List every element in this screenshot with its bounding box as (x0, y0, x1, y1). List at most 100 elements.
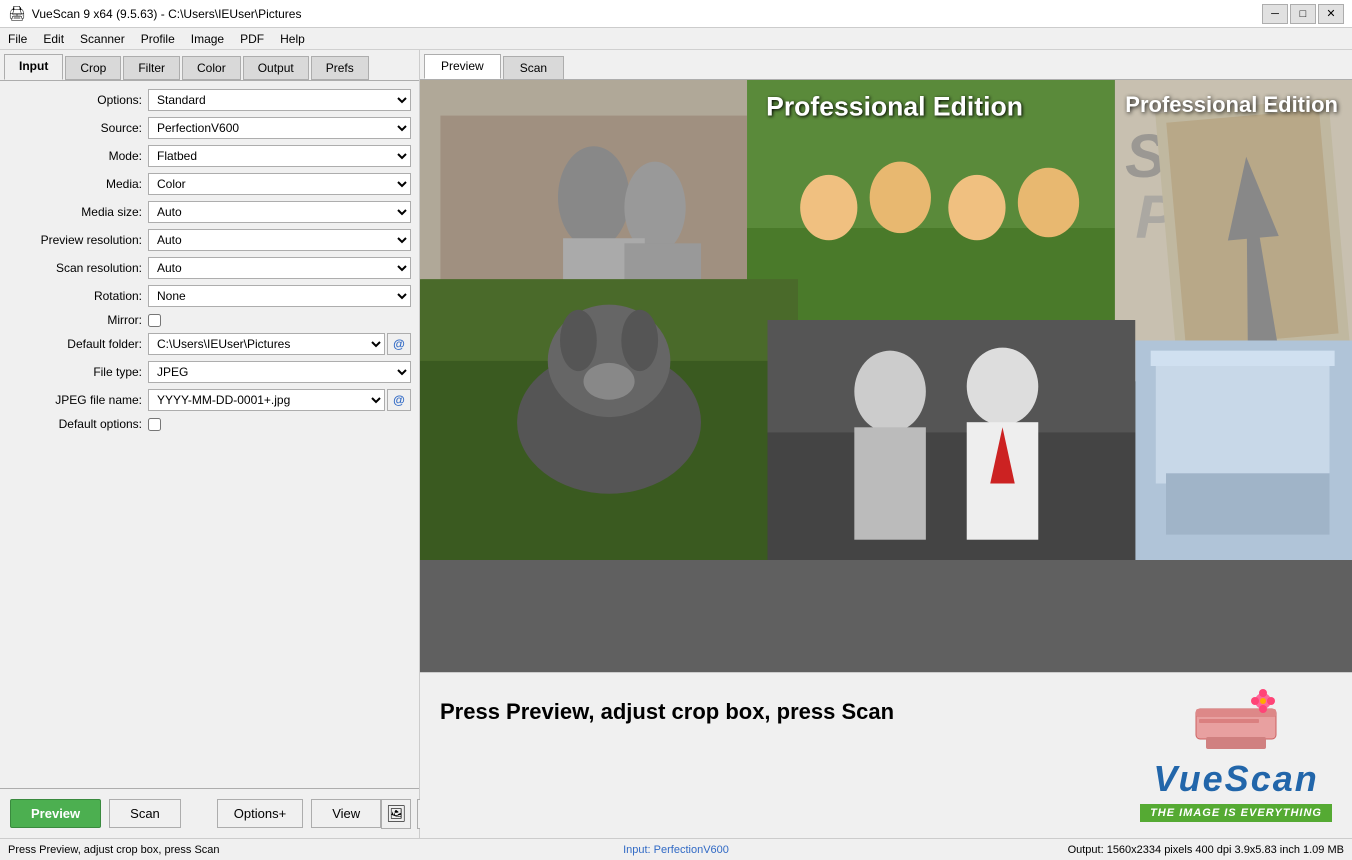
source-label: Source: (8, 121, 148, 135)
preview-image: SNA P! (420, 80, 1352, 672)
menu-edit[interactable]: Edit (35, 28, 72, 49)
pro-edition-text: Professional Edition (1125, 92, 1338, 118)
menu-pdf[interactable]: PDF (232, 28, 272, 49)
scan-resolution-row: Scan resolution: Auto 75 150 300 600 120… (8, 257, 411, 279)
titlebar: 🖨 VueScan 9 x64 (9.5.63) - C:\Users\IEUs… (0, 0, 1352, 28)
default-folder-control: C:\Users\IEUser\Pictures @ (148, 333, 411, 355)
source-row: Source: PerfectionV600 (8, 117, 411, 139)
default-folder-at-button[interactable]: @ (387, 333, 411, 355)
scan-button[interactable]: Scan (109, 799, 181, 828)
file-type-control: JPEG TIFF PDF (148, 361, 411, 383)
titlebar-left: 🖨 VueScan 9 x64 (9.5.63) - C:\Users\IEUs… (8, 5, 301, 22)
default-options-checkbox[interactable] (148, 418, 161, 431)
tab-color[interactable]: Color (182, 56, 241, 80)
view-button[interactable]: View (311, 799, 381, 828)
jpeg-file-name-at-button[interactable]: @ (387, 389, 411, 411)
file-type-row: File type: JPEG TIFF PDF (8, 361, 411, 383)
mirror-label: Mirror: (8, 313, 148, 327)
tab-filter[interactable]: Filter (123, 56, 180, 80)
jpeg-file-name-label: JPEG file name: (8, 393, 148, 407)
preview-tab-scan[interactable]: Scan (503, 56, 564, 79)
default-folder-row: Default folder: C:\Users\IEUser\Pictures… (8, 333, 411, 355)
file-type-select[interactable]: JPEG TIFF PDF (148, 361, 411, 383)
default-options-row: Default options: (8, 417, 411, 431)
menu-profile[interactable]: Profile (133, 28, 183, 49)
preview-resolution-control: Auto 75 150 300 (148, 229, 411, 251)
media-row: Media: Color B&W Slide (8, 173, 411, 195)
menu-file[interactable]: File (0, 28, 35, 49)
preview-tab-preview[interactable]: Preview (424, 54, 501, 79)
menu-scanner[interactable]: Scanner (72, 28, 133, 49)
preview-button[interactable]: Preview (10, 799, 101, 828)
menubar: File Edit Scanner Profile Image PDF Help (0, 28, 1352, 50)
options-plus-button[interactable]: Options+ (217, 799, 303, 828)
mode-select[interactable]: Flatbed Transparency (148, 145, 411, 167)
mirror-control (148, 314, 411, 327)
bottom-buttons: Preview Scan Options+ View (10, 799, 381, 828)
preview-resolution-select[interactable]: Auto 75 150 300 (148, 229, 411, 251)
media-select[interactable]: Color B&W Slide (148, 173, 411, 195)
options-row: Options: Standard Professional (8, 89, 411, 111)
jpeg-file-name-row: JPEG file name: YYYY-MM-DD-0001+.jpg @ (8, 389, 411, 411)
right-panel: Preview Scan (420, 50, 1352, 838)
tab-crop[interactable]: Crop (65, 56, 121, 80)
default-options-label: Default options: (8, 417, 148, 431)
rotation-select[interactable]: None 90 CW 90 CCW 180 (148, 285, 411, 307)
media-size-control: Auto Letter A4 (148, 201, 411, 223)
mode-row: Mode: Flatbed Transparency (8, 145, 411, 167)
mirror-checkbox[interactable] (148, 314, 161, 327)
rotation-row: Rotation: None 90 CW 90 CCW 180 (8, 285, 411, 307)
jpeg-file-name-control: YYYY-MM-DD-0001+.jpg @ (148, 389, 411, 411)
bottom-bar: Preview Scan Options+ View 🖼 📤 🔍 (0, 788, 419, 838)
media-size-row: Media size: Auto Letter A4 (8, 201, 411, 223)
statusbar: Press Preview, adjust crop box, press Sc… (0, 838, 1352, 860)
jpeg-file-name-select[interactable]: YYYY-MM-DD-0001+.jpg (148, 389, 385, 411)
scan-resolution-label: Scan resolution: (8, 261, 148, 275)
status-right: Output: 1560x2334 pixels 400 dpi 3.9x5.8… (899, 844, 1344, 856)
menu-help[interactable]: Help (272, 28, 313, 49)
rotation-control: None 90 CW 90 CCW 180 (148, 285, 411, 307)
preview-area: SNA P! (420, 80, 1352, 838)
maximize-button[interactable]: □ (1290, 4, 1316, 24)
media-size-select[interactable]: Auto Letter A4 (148, 201, 411, 223)
menu-image[interactable]: Image (183, 28, 232, 49)
default-folder-select[interactable]: C:\Users\IEUser\Pictures (148, 333, 385, 355)
tab-output[interactable]: Output (243, 56, 309, 80)
app-icon: 🖨 (8, 5, 26, 22)
tab-prefs[interactable]: Prefs (311, 56, 369, 80)
preview-tabbar: Preview Scan (420, 50, 1352, 80)
titlebar-controls: ─ □ ✕ (1262, 4, 1344, 24)
photo-icon[interactable]: 🖼 (381, 799, 411, 829)
preview-instruction-text: Press Preview, adjust crop box, press Sc… (440, 689, 894, 725)
status-center: Input: PerfectionV600 (453, 844, 898, 856)
tab-input[interactable]: Input (4, 54, 63, 80)
preview-resolution-row: Preview resolution: Auto 75 150 300 (8, 229, 411, 251)
source-select[interactable]: PerfectionV600 (148, 117, 411, 139)
preview-bottom: Press Preview, adjust crop box, press Sc… (420, 672, 1352, 838)
scan-resolution-control: Auto 75 150 300 600 1200 (148, 257, 411, 279)
vuescan-name: VueScan (1153, 758, 1318, 800)
mirror-row: Mirror: (8, 313, 411, 327)
svg-text:Professional Edition: Professional Edition (766, 92, 1023, 122)
main-container: Input Crop Filter Color Output Prefs Opt… (0, 50, 1352, 838)
left-tab-bar: Input Crop Filter Color Output Prefs (0, 50, 419, 81)
minimize-button[interactable]: ─ (1262, 4, 1288, 24)
scan-resolution-select[interactable]: Auto 75 150 300 600 1200 (148, 257, 411, 279)
file-type-label: File type: (8, 365, 148, 379)
vuescan-logo-area: VueScan THE IMAGE IS EVERYTHING (1140, 689, 1332, 822)
form-area: Options: Standard Professional Source: P… (0, 81, 419, 788)
source-control: PerfectionV600 (148, 117, 411, 139)
rotation-label: Rotation: (8, 289, 148, 303)
media-control: Color B&W Slide (148, 173, 411, 195)
options-control: Standard Professional (148, 89, 411, 111)
preview-resolution-label: Preview resolution: (8, 233, 148, 247)
preview-collage-svg: SNA P! (420, 80, 1352, 560)
close-button[interactable]: ✕ (1318, 4, 1344, 24)
options-label: Options: (8, 93, 148, 107)
options-select[interactable]: Standard Professional (148, 89, 411, 111)
vuescan-tagline: THE IMAGE IS EVERYTHING (1140, 804, 1332, 822)
mode-control: Flatbed Transparency (148, 145, 411, 167)
vuescan-scanner-icon (1191, 689, 1281, 754)
left-panel: Input Crop Filter Color Output Prefs Opt… (0, 50, 420, 838)
media-label: Media: (8, 177, 148, 191)
